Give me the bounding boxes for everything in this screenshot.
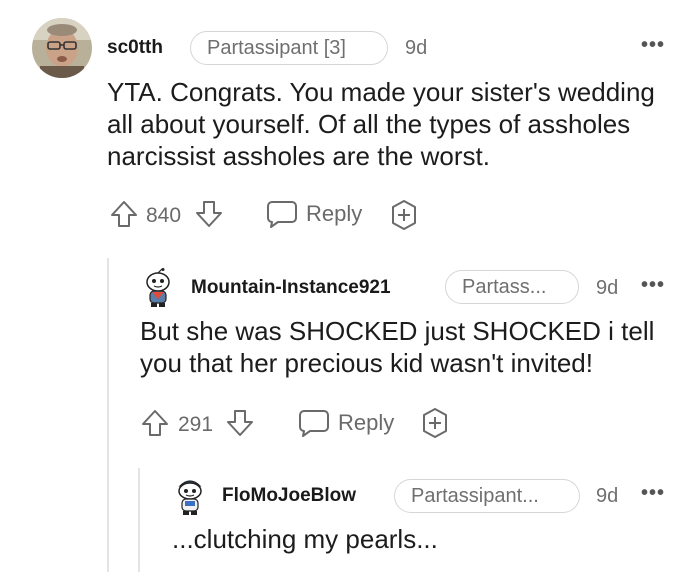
- comment-age: 9d: [596, 277, 619, 299]
- downvote-arrow-icon: [227, 410, 253, 436]
- username[interactable]: FloMoJoeBlow: [222, 485, 356, 507]
- downvote-button[interactable]: [194, 199, 224, 229]
- upvote-arrow-icon: [111, 201, 137, 227]
- more-options-icon[interactable]: •••: [641, 483, 665, 503]
- comment-body: But she was SHOCKED just SHOCKED i tell …: [140, 316, 655, 378]
- user-flair: Partassipant...: [394, 479, 580, 513]
- comment-age: 9d: [405, 37, 428, 59]
- user-avatar[interactable]: [172, 476, 208, 516]
- comment-bubble-icon: [267, 201, 297, 228]
- user-avatar[interactable]: [32, 18, 92, 78]
- award-button[interactable]: [388, 199, 420, 231]
- comment-age: 9d: [596, 485, 619, 507]
- upvote-arrow-icon: [142, 410, 168, 436]
- reply-label: Reply: [306, 201, 363, 226]
- snoo-avatar-icon: [178, 480, 202, 515]
- user-flair: Partassipant [3]: [190, 31, 388, 65]
- thread-line[interactable]: [138, 468, 140, 572]
- user-flair: Partass...: [445, 270, 579, 304]
- username[interactable]: sc0tth: [107, 37, 163, 59]
- vote-count: 840: [146, 204, 182, 227]
- comment-body: ...clutching my pearls...: [172, 524, 438, 554]
- reply-label: Reply: [338, 410, 395, 435]
- more-options-icon[interactable]: •••: [641, 35, 665, 55]
- snoo-avatar-icon: [146, 268, 170, 307]
- downvote-arrow-icon: [196, 201, 222, 227]
- thread-line[interactable]: [107, 258, 109, 572]
- upvote-button[interactable]: [140, 408, 170, 438]
- more-options-icon[interactable]: •••: [641, 275, 665, 295]
- reply-button[interactable]: Reply: [298, 408, 394, 438]
- avatar-photo-icon: [32, 18, 92, 78]
- user-avatar[interactable]: [140, 268, 176, 308]
- username[interactable]: Mountain-Instance921: [191, 277, 391, 299]
- vote-count: 291: [178, 413, 214, 436]
- reply-button[interactable]: Reply: [266, 199, 362, 229]
- comment-bubble-icon: [299, 410, 329, 437]
- downvote-button[interactable]: [225, 408, 255, 438]
- comment-body: YTA. Congrats. You made your sister's we…: [107, 77, 655, 171]
- award-plus-icon: [423, 408, 447, 438]
- upvote-button[interactable]: [109, 199, 139, 229]
- award-plus-icon: [392, 200, 416, 230]
- award-button[interactable]: [419, 407, 451, 439]
